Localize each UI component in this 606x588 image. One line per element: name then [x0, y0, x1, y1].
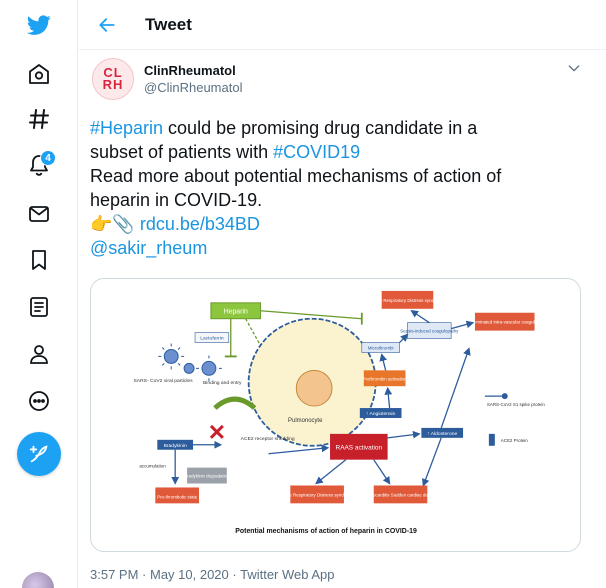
myocarditis-label: Myocarditis Sudden cardiac death [367, 492, 435, 497]
chevron-down-icon[interactable] [566, 60, 582, 76]
aldosterone-label: ↑ Aldosterone [427, 431, 457, 437]
home-icon[interactable] [20, 55, 58, 93]
compose-tweet-button[interactable] [17, 432, 61, 476]
accumulation-label: accumulation [139, 464, 166, 469]
article-link[interactable]: rdcu.be/b34BD [140, 214, 260, 234]
heparin-label: Heparin [224, 309, 248, 316]
binding-label: Binding and entry [203, 380, 242, 386]
left-navigation: 4 [0, 0, 78, 588]
more-options-icon[interactable] [20, 382, 58, 420]
page-header: Tweet [79, 0, 606, 50]
author-handle[interactable]: @ClinRheumatol [144, 80, 242, 95]
hashtag-covid19-link[interactable]: #COVID19 [273, 142, 360, 162]
tweet-text-line4: heparin in COVID-19. [90, 190, 263, 210]
angiotensin-label: ↑ Angiotensin [366, 411, 396, 417]
twitter-logo-icon[interactable] [20, 6, 58, 44]
messages-envelope-icon[interactable] [20, 195, 58, 233]
author-avatar[interactable]: CL RH [92, 58, 134, 100]
lists-icon[interactable] [20, 288, 58, 326]
figure-caption: Potential mechanisms of action of hepari… [235, 528, 417, 535]
author-display-name[interactable]: ClinRheumatol [144, 63, 242, 78]
raas-label: RAAS activation [336, 445, 383, 452]
notifications-bell-icon[interactable]: 4 [20, 146, 58, 184]
dic-label: Disseminated intra-vascular coagulation [465, 320, 544, 325]
prothrombin-label: Prothrombin activation [362, 376, 407, 381]
pointing-paperclip-emoji: 👉📎 [90, 214, 140, 234]
sepsis-label: Sepsis-induced coagulopathy [400, 329, 459, 334]
lactoferrin-label: Lactoferrin [200, 336, 224, 342]
avatar-text-bottom: RH [102, 77, 124, 92]
tweet-text-line1: could be promising drug candidate in a [163, 118, 478, 138]
profile-icon[interactable] [20, 335, 58, 373]
bradykinin-label: Bradykinin [164, 443, 187, 449]
tweet-date[interactable]: May 10, 2020 [150, 567, 229, 582]
tweet-meta: 3:57 PM · May 10, 2020 · Twitter Web App [90, 567, 335, 582]
page-title: Tweet [145, 14, 192, 34]
mention-link[interactable]: @sakir_rheum [90, 238, 207, 258]
account-avatar[interactable] [22, 572, 54, 588]
spike-legend-label: SARS-CoV2 S1 spike protein [487, 402, 545, 407]
hashtag-heparin-link[interactable]: #Heparin [90, 118, 163, 138]
tweet-source[interactable]: Twitter Web App [240, 567, 334, 582]
tweet-time[interactable]: 3:57 PM [90, 567, 138, 582]
meta-separator: · [138, 567, 150, 582]
prothrombotic-label: Pro-thrombotic state [157, 494, 198, 499]
pulmonocyte-label: Pulmonocyte [288, 418, 323, 424]
sars-viral-label: SARS- CoV2 viral particles [133, 378, 193, 384]
tweet-author[interactable]: CL RH ClinRheumatol @ClinRheumatol [92, 58, 242, 100]
ards-top-label: Acute Respiratory Distress syndrome [371, 298, 445, 303]
bookmarks-icon[interactable] [20, 241, 58, 279]
microthrombi-label: Microthrombi [368, 345, 394, 350]
tweet-media-image[interactable]: Heparin Lactoferrin Pulmonocyte SARS- Co… [90, 278, 581, 552]
meta-separator: · [228, 567, 241, 582]
ace2-shedding-label: ACE2 receptor shedding [241, 436, 295, 442]
ards-bottom-label: Acute Respiratory Distress syndrome [280, 492, 354, 497]
back-arrow-icon[interactable] [89, 7, 125, 43]
tweet-text-line3: Read more about potential mechanisms of … [90, 166, 502, 186]
tweet-text-line2: subset of patients with [90, 142, 274, 162]
explore-hashtag-icon[interactable] [20, 100, 58, 138]
ace2-legend-label: ACE2 Protein [501, 438, 529, 443]
bradykinin-degradation-label: Bradykinin degradation [184, 474, 230, 479]
tweet-body: #Heparin could be promising drug candida… [90, 116, 590, 260]
notifications-count-badge: 4 [40, 150, 56, 166]
